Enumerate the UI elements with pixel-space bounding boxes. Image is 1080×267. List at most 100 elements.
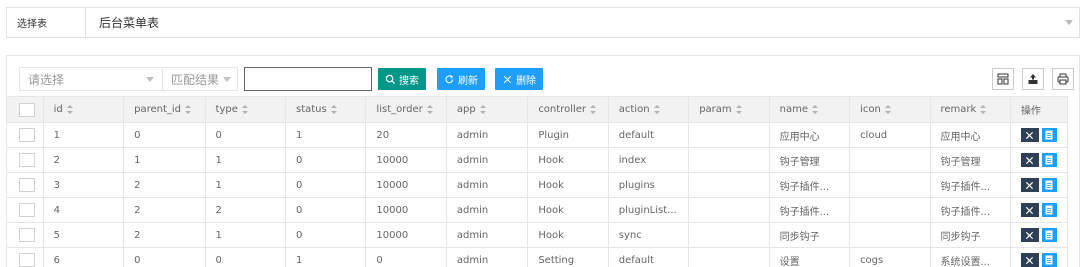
table-cell: 1 [42,122,125,148]
row-checkbox-cell[interactable] [6,222,44,248]
table-selector-label: 选择表 [7,8,86,37]
row-checkbox[interactable] [19,128,35,142]
column-header[interactable]: list_order [365,96,447,123]
row-checkbox[interactable] [19,228,35,242]
table-selector-value[interactable]: 后台菜单表 [86,14,1065,31]
sort-icon[interactable] [426,104,434,114]
chevron-down-icon[interactable] [1065,20,1073,25]
table-cell: 1 [204,172,286,198]
close-icon [503,75,512,83]
table-row[interactable]: 3 2 1 0 10000 admin Hook plugins 钩子插件... 钩子插件... [6,172,1069,198]
sort-icon[interactable] [479,104,487,114]
table-cell: 10000 [365,222,447,248]
column-header[interactable]: icon [849,96,931,123]
column-header[interactable]: action [607,96,690,123]
document-icon [1045,230,1053,240]
column-header[interactable]: param [688,96,770,123]
edit-row-button[interactable] [1041,128,1057,142]
delete-row-button[interactable] [1020,203,1039,217]
refresh-icon [445,74,454,83]
document-icon [1045,130,1053,140]
search-button[interactable]: 搜索 [378,68,426,90]
table-cell: Hook [527,172,609,198]
sort-icon[interactable] [811,104,819,114]
table-cell [688,147,770,173]
select-all-checkbox-cell[interactable] [6,96,44,123]
delete-row-button[interactable] [1020,128,1039,142]
table-cell [688,247,770,267]
edit-row-button[interactable] [1041,228,1057,242]
sort-icon[interactable] [66,104,74,114]
sort-icon[interactable] [980,104,987,114]
table-cell: 2 [42,147,125,173]
row-checkbox[interactable] [19,253,35,267]
match-filter-select[interactable]: 匹配结果 [162,67,238,91]
sort-icon[interactable] [185,104,192,114]
table-cell: 系统设置... [929,247,1011,267]
sort-icon[interactable] [735,104,743,114]
sort-icon[interactable] [330,104,338,114]
table-cell: 1 [284,247,367,267]
table-cell: admin [445,172,529,198]
table-cell: 0 [123,247,206,267]
column-header[interactable]: remark [929,96,1011,123]
sort-icon[interactable] [590,104,597,114]
refresh-button-label: 刷新 [458,75,478,87]
table-cell: 0 [284,222,367,248]
table-cell: 20 [365,122,447,148]
table-cell: cloud [849,122,931,148]
table-row[interactable]: 6 0 0 1 0 admin Setting default 设置 cogs 系统设置... [6,247,1069,267]
search-input[interactable] [244,67,372,91]
column-header[interactable]: parent_id [123,96,206,123]
delete-row-button[interactable] [1020,253,1039,267]
table-cell: 2 [123,197,206,223]
edit-row-button[interactable] [1041,153,1057,167]
print-button[interactable] [1052,68,1074,90]
row-checkbox[interactable] [19,178,35,192]
column-header[interactable]: controller [527,96,609,123]
refresh-button[interactable]: 刷新 [437,68,485,90]
column-header[interactable]: id [42,96,125,123]
table-cell: admin [445,247,529,267]
close-icon [1026,256,1034,264]
table-row[interactable]: 4 2 2 0 10000 admin Hook pluginList... 钩子插件... 钩子… [6,197,1069,223]
sort-icon[interactable] [241,104,249,114]
delete-row-button[interactable] [1020,153,1039,167]
delete-row-button[interactable] [1020,228,1039,242]
edit-row-button[interactable] [1041,203,1057,217]
table-cell [849,222,931,248]
sort-icon[interactable] [884,104,892,114]
table-cell: 2 [123,222,206,248]
table-selector[interactable]: 选择表 后台菜单表 [6,7,1080,38]
table-row[interactable]: 2 1 1 0 10000 admin Hook index 钩子管理 钩子管理 [6,147,1069,173]
table-row[interactable]: 1 0 0 1 20 admin Plugin default 应用中心 cloud 应用中心 [6,122,1069,148]
edit-row-button[interactable] [1041,178,1057,192]
column-header[interactable]: name [768,96,851,123]
delete-button[interactable]: 删除 [495,68,543,90]
table-cell: pluginList... [607,197,690,223]
row-checkbox-cell[interactable] [6,247,44,267]
field-filter-select[interactable]: 请选择 [19,67,162,91]
table-cell: 10000 [365,172,447,198]
export-button[interactable] [1022,68,1044,90]
sort-icon[interactable] [653,104,661,114]
row-checkbox-cell[interactable] [6,147,44,173]
delete-row-button[interactable] [1020,178,1039,192]
column-header[interactable]: status [284,96,367,123]
column-header[interactable]: type [204,96,286,123]
row-checkbox-cell[interactable] [6,172,44,198]
row-checkbox[interactable] [19,203,35,217]
table-cell [849,147,931,173]
row-checkbox[interactable] [19,153,35,167]
table-cell: 钩子管理 [929,147,1011,173]
table-cell [849,197,931,223]
row-actions [1009,147,1069,173]
table-row[interactable]: 5 2 1 0 10000 admin Hook sync 同步钩子 同步钩子 [6,222,1069,248]
row-checkbox-cell[interactable] [6,122,44,148]
columns-filter-button[interactable] [992,68,1014,90]
row-checkbox-cell[interactable] [6,197,44,223]
edit-row-button[interactable] [1041,253,1057,267]
table-cell: Hook [527,222,609,248]
select-all-checkbox[interactable] [19,102,35,117]
column-header[interactable]: app [445,96,529,123]
